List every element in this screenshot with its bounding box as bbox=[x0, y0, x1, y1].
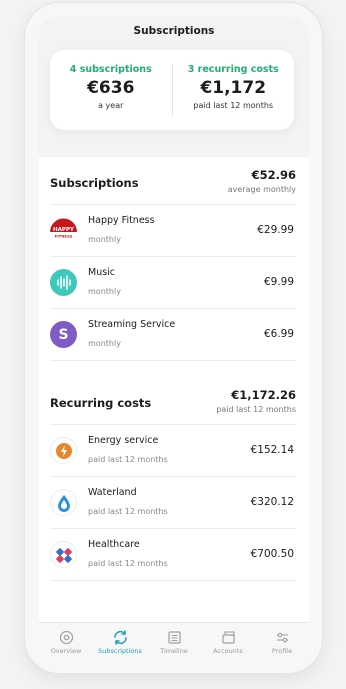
recurring-summary[interactable]: 3 recurring costs €1,172 paid last 12 mo… bbox=[173, 50, 295, 130]
item-amount: €152.14 bbox=[250, 444, 294, 456]
item-frequency: monthly bbox=[88, 339, 121, 348]
yearly-total-value: €636 bbox=[87, 78, 135, 98]
page-title: Subscriptions bbox=[133, 25, 215, 37]
music-logo bbox=[50, 269, 77, 296]
tab-accounts[interactable]: Accounts bbox=[201, 623, 255, 662]
subscriptions-summary[interactable]: 4 subscriptions €636 a year bbox=[50, 50, 172, 130]
happy-fitness-logo-subtext: FITNESS bbox=[55, 234, 73, 239]
tab-label: Accounts bbox=[213, 647, 243, 655]
tab-label: Subscriptions bbox=[98, 647, 142, 655]
happy-fitness-logo-text: HAPPY bbox=[53, 227, 75, 233]
overview-icon bbox=[39, 629, 93, 645]
section-title: Subscriptions bbox=[50, 176, 139, 190]
app-screen: Subscriptions 4 subscriptions €636 a yea… bbox=[39, 17, 309, 662]
item-period: paid last 12 months bbox=[88, 559, 168, 568]
item-amount: €320.12 bbox=[250, 496, 294, 508]
recurring-row-energy-service[interactable]: Energy service paid last 12 months €152.… bbox=[50, 425, 296, 477]
summary-card: 4 subscriptions €636 a year 3 recurring … bbox=[50, 50, 294, 130]
streaming-logo: S bbox=[50, 321, 77, 348]
tab-overview[interactable]: Overview bbox=[39, 623, 93, 662]
subscription-row-music[interactable]: Music monthly €9.99 bbox=[50, 257, 296, 309]
sync-icon bbox=[93, 629, 147, 645]
profile-sliders-icon bbox=[255, 629, 309, 645]
recurring-count-label: 3 recurring costs bbox=[187, 64, 279, 75]
healthcare-logo bbox=[50, 541, 77, 568]
section-title: Recurring costs bbox=[50, 396, 152, 410]
yearly-total-caption: a year bbox=[98, 101, 124, 110]
subscription-row-streaming-service[interactable]: S Streaming Service monthly €6.99 bbox=[50, 309, 296, 361]
item-amount: €29.99 bbox=[257, 224, 294, 236]
item-name: Energy service bbox=[88, 435, 159, 446]
recurring-costs-section: Recurring costs €1,172.26 paid last 12 m… bbox=[50, 377, 296, 581]
happy-fitness-logo: HAPPY FITNESS bbox=[50, 217, 77, 244]
item-name: Healthcare bbox=[88, 539, 140, 550]
recurring-total-value: €1,172 bbox=[200, 78, 267, 98]
item-name: Happy Fitness bbox=[88, 215, 155, 226]
subscriptions-section-header: Subscriptions €52.96 average monthly bbox=[50, 157, 296, 205]
section-amount: €1,172.26 bbox=[231, 388, 296, 402]
bottom-tab-bar: Overview Subscriptions Timeline Accounts… bbox=[39, 622, 309, 662]
streaming-logo-letter: S bbox=[58, 326, 69, 343]
recurring-section-header: Recurring costs €1,172.26 paid last 12 m… bbox=[50, 377, 296, 425]
item-frequency: monthly bbox=[88, 287, 121, 296]
section-amount: €52.96 bbox=[251, 168, 296, 182]
item-amount: €700.50 bbox=[250, 548, 294, 560]
subscription-row-happy-fitness[interactable]: HAPPY FITNESS Happy Fitness monthly €29.… bbox=[50, 205, 296, 257]
tab-timeline[interactable]: Timeline bbox=[147, 623, 201, 662]
section-note: average monthly bbox=[227, 185, 296, 194]
recurring-total-caption: paid last 12 months bbox=[193, 101, 274, 110]
tab-label: Timeline bbox=[160, 647, 188, 655]
tab-label: Overview bbox=[50, 647, 82, 655]
accounts-icon bbox=[201, 629, 255, 645]
section-note: paid last 12 months bbox=[216, 405, 296, 414]
tab-label: Profile bbox=[271, 647, 293, 655]
tab-subscriptions[interactable]: Subscriptions bbox=[93, 623, 147, 662]
item-name: Music bbox=[88, 267, 116, 278]
subscriptions-count-label: 4 subscriptions bbox=[69, 64, 152, 75]
subscriptions-section: Subscriptions €52.96 average monthly HAP… bbox=[50, 157, 296, 361]
item-name: Waterland bbox=[88, 487, 137, 498]
item-frequency: monthly bbox=[88, 235, 121, 244]
item-amount: €9.99 bbox=[263, 276, 294, 288]
timeline-icon bbox=[147, 629, 201, 645]
item-amount: €6.99 bbox=[263, 328, 294, 340]
item-name: Streaming Service bbox=[88, 319, 176, 330]
energy-bolt-icon bbox=[50, 437, 77, 464]
item-period: paid last 12 months bbox=[88, 455, 168, 464]
water-drop-icon bbox=[50, 489, 77, 516]
item-period: paid last 12 months bbox=[88, 507, 168, 516]
tab-profile[interactable]: Profile bbox=[255, 623, 309, 662]
recurring-row-healthcare[interactable]: Healthcare paid last 12 months €700.50 bbox=[50, 529, 296, 581]
summary-header: Subscriptions 4 subscriptions €636 a yea… bbox=[39, 17, 309, 157]
recurring-row-waterland[interactable]: Waterland paid last 12 months €320.12 bbox=[50, 477, 296, 529]
